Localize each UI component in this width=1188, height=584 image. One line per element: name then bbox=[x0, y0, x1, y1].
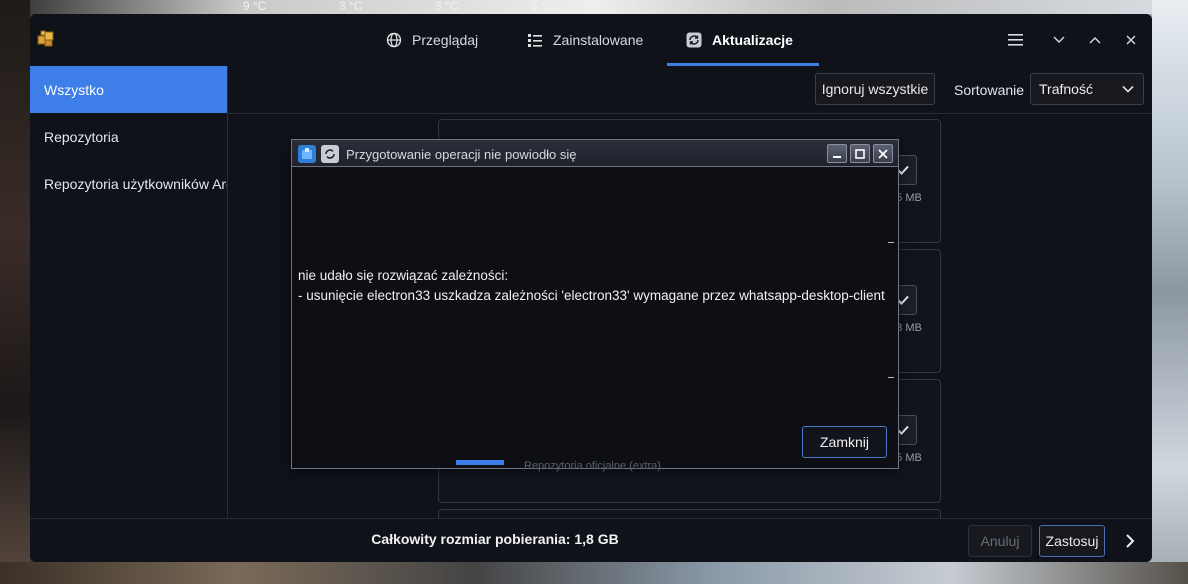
ignore-all-button[interactable]: Ignoruj wszystkie bbox=[815, 73, 935, 105]
desktop-wallpaper-bottom bbox=[0, 562, 1188, 584]
globe-icon bbox=[386, 32, 402, 48]
chevron-down-icon bbox=[1121, 82, 1135, 99]
chevron-right-icon[interactable] bbox=[1120, 531, 1140, 551]
weather-temp: 3 °C bbox=[339, 0, 363, 13]
error-message-line: - usunięcie electron33 uszkadza zależnoś… bbox=[298, 288, 885, 303]
tab-label: Przeglądaj bbox=[412, 32, 479, 48]
tab-installed[interactable]: Zainstalowane bbox=[527, 14, 643, 66]
weather-temp: 5 °C bbox=[531, 0, 555, 13]
tab-label: Aktualizacje bbox=[712, 32, 793, 48]
apply-button[interactable]: Zastosuj bbox=[1039, 525, 1105, 557]
app-icon bbox=[298, 145, 316, 163]
sort-select[interactable]: Trafność bbox=[1030, 73, 1144, 105]
desktop-wallpaper-right bbox=[1152, 0, 1188, 584]
dialog-maximize-button[interactable] bbox=[850, 144, 870, 163]
cancel-button[interactable]: Anuluj bbox=[968, 525, 1032, 557]
dialog-body: nie udało się rozwiązać zależności: - us… bbox=[294, 168, 890, 468]
sidebar: Wszystko Repozytoria Repozytoria użytkow… bbox=[30, 66, 228, 518]
sidebar-item-aur[interactable]: Repozytoria użytkowników Arch bbox=[30, 160, 227, 207]
minimize-icon[interactable] bbox=[1049, 30, 1069, 50]
close-icon[interactable] bbox=[1121, 30, 1141, 50]
title-bar: Przeglądaj Zainstalowane Aktualizacje bbox=[30, 14, 1152, 66]
list-icon bbox=[527, 32, 543, 48]
error-dialog: Przygotowanie operacji nie powiodło się … bbox=[291, 139, 899, 472]
package-manager-icon bbox=[36, 28, 56, 48]
menu-icon[interactable] bbox=[1006, 30, 1026, 50]
dialog-title-bar: Przygotowanie operacji nie powiodło się bbox=[292, 140, 898, 167]
tab-browse[interactable]: Przeglądaj bbox=[386, 14, 478, 66]
refresh-icon bbox=[321, 145, 339, 163]
close-button[interactable]: Zamknij bbox=[802, 426, 887, 458]
sort-label: Sortowanie bbox=[954, 82, 1025, 98]
weather-temp: 9 °C bbox=[243, 0, 267, 13]
dialog-minimize-button[interactable] bbox=[827, 144, 847, 163]
desktop-wallpaper-top bbox=[0, 0, 1188, 14]
maximize-icon[interactable] bbox=[1085, 30, 1105, 50]
bottom-bar: Całkowity rozmiar pobierania: 1,8 GB Anu… bbox=[30, 518, 1152, 562]
refresh-icon bbox=[686, 32, 702, 48]
sidebar-item-repositories[interactable]: Repozytoria bbox=[30, 113, 227, 160]
sort-value: Trafność bbox=[1039, 81, 1093, 97]
content-toolbar: Ignoruj wszystkie Sortowanie Trafność bbox=[228, 66, 1152, 114]
weather-temp: 3 °C bbox=[435, 0, 459, 13]
desktop-wallpaper-left bbox=[0, 0, 30, 584]
error-message-line: nie udało się rozwiązać zależności: bbox=[298, 268, 509, 283]
total-download-size: Całkowity rozmiar pobierania: 1,8 GB bbox=[371, 531, 619, 547]
tab-label: Zainstalowane bbox=[553, 32, 644, 48]
dialog-close-button[interactable] bbox=[873, 144, 893, 163]
tab-updates[interactable]: Aktualizacje bbox=[686, 14, 793, 66]
dialog-title: Przygotowanie operacji nie powiodło się bbox=[346, 147, 577, 162]
sidebar-item-all[interactable]: Wszystko bbox=[30, 66, 227, 113]
